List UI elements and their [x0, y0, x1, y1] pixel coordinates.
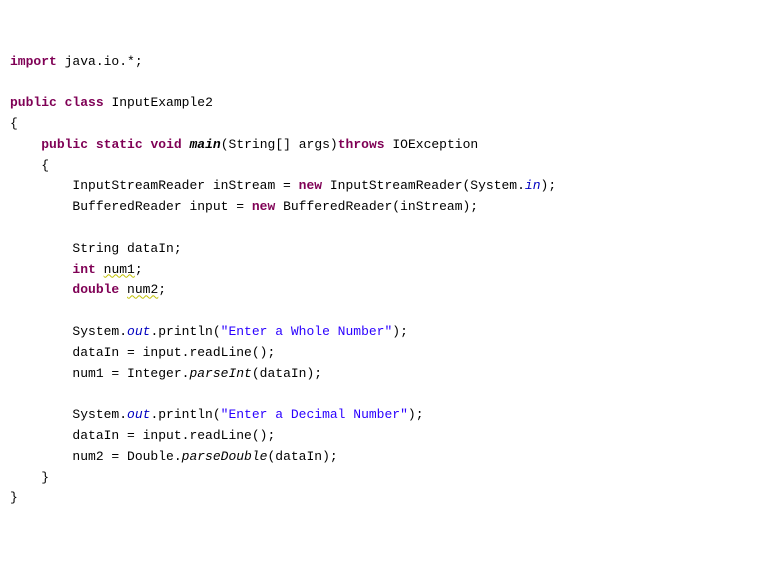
readline-2: dataIn = input.readLine(); — [72, 428, 275, 443]
parse-double-call: num2 = Double. — [72, 449, 181, 464]
method-parsedouble: parseDouble — [182, 449, 268, 464]
readline-1: dataIn = input.readLine(); — [72, 345, 275, 360]
kw-int: int — [72, 262, 95, 277]
isr-ctor: InputStreamReader(System. — [322, 178, 525, 193]
kw-static: static — [96, 137, 143, 152]
isr-end: ); — [541, 178, 557, 193]
string-literal: "Enter a Whole Number" — [221, 324, 393, 339]
kw-void: void — [150, 137, 181, 152]
println-close: ); — [408, 407, 424, 422]
code-block: import java.io.*; public class InputExam… — [10, 52, 758, 510]
import-pkg: java.io.*; — [57, 54, 143, 69]
var-num2: num2 — [127, 282, 158, 297]
println-open: .println( — [150, 324, 220, 339]
kw-class: class — [65, 95, 104, 110]
kw-public: public — [10, 95, 57, 110]
sys-out: System. — [72, 407, 127, 422]
throws-type: IOException — [385, 137, 479, 152]
string-decl: String dataIn; — [72, 241, 181, 256]
println-close: ); — [392, 324, 408, 339]
method-parseint: parseInt — [189, 366, 251, 381]
sys-out: System. — [72, 324, 127, 339]
parse-double-args: (dataIn); — [267, 449, 337, 464]
kw-new: new — [299, 178, 322, 193]
var-num1: num1 — [104, 262, 135, 277]
field-in: in — [525, 178, 541, 193]
kw-throws: throws — [338, 137, 385, 152]
kw-double: double — [72, 282, 119, 297]
field-out: out — [127, 407, 150, 422]
br-decl: BufferedReader input = — [72, 199, 251, 214]
main-params: (String[] args) — [221, 137, 338, 152]
method-main: main — [190, 137, 221, 152]
field-out: out — [127, 324, 150, 339]
br-ctor: BufferedReader(inStream); — [275, 199, 478, 214]
semi: ; — [158, 282, 166, 297]
kw-public: public — [41, 137, 88, 152]
parse-int-call: num1 = Integer. — [72, 366, 189, 381]
string-literal: "Enter a Decimal Number" — [221, 407, 408, 422]
semi: ; — [135, 262, 143, 277]
println-open: .println( — [150, 407, 220, 422]
class-name: InputExample2 — [111, 95, 212, 110]
kw-new: new — [252, 199, 275, 214]
kw-import: import — [10, 54, 57, 69]
parse-int-args: (dataIn); — [252, 366, 322, 381]
isr-decl: InputStreamReader inStream = — [72, 178, 298, 193]
